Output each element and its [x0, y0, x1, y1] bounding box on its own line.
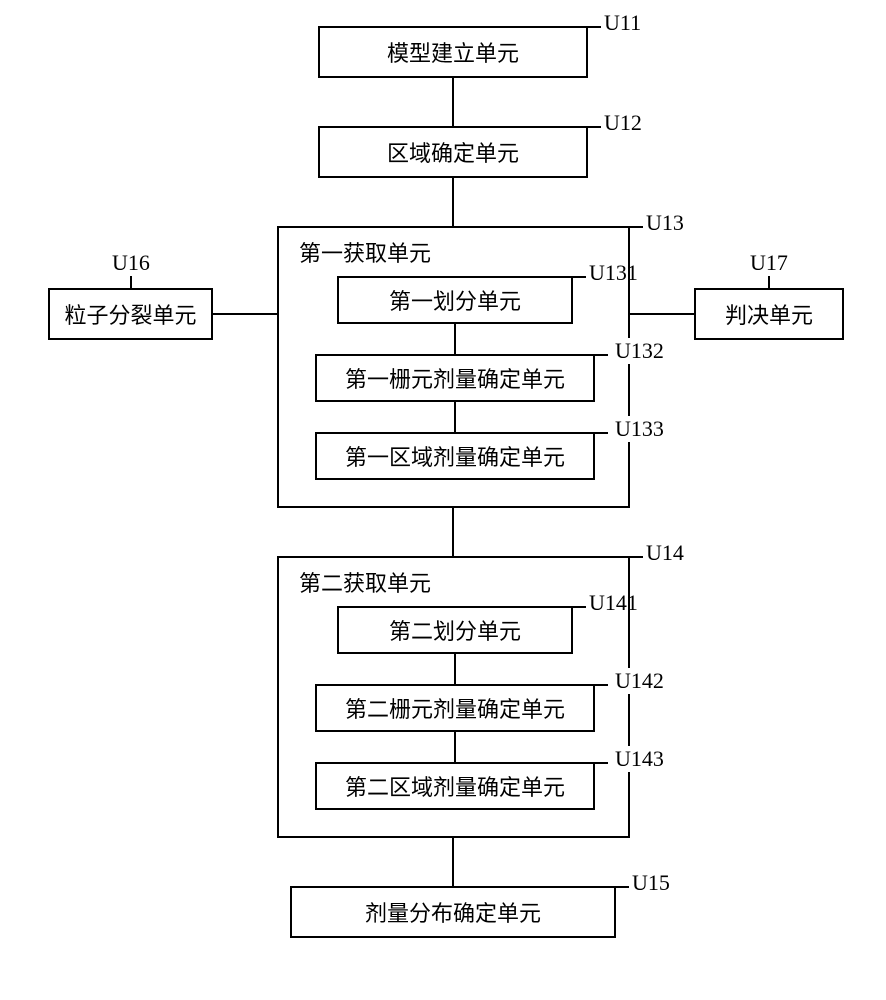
u11-tick: [587, 26, 601, 28]
u142-tag: U142: [611, 668, 668, 694]
connector-u13-u14: [452, 508, 454, 556]
u14-tick: [629, 556, 643, 558]
connector-u11-u12: [452, 78, 454, 126]
u143-tag: U143: [611, 746, 668, 772]
u15-tick: [615, 886, 629, 888]
u143-tick: [594, 762, 608, 764]
box-u11: 模型建立单元: [318, 26, 588, 78]
u16-tick: [130, 276, 132, 290]
connector-u131-u132: [454, 324, 456, 354]
u14-title: 第二获取单元: [299, 566, 431, 598]
u132-tick: [594, 354, 608, 356]
box-u12-label: 区域确定单元: [387, 136, 519, 168]
u11-tag: U11: [604, 10, 641, 36]
u15-tag: U15: [632, 870, 670, 896]
box-u15: 剂量分布确定单元: [290, 886, 616, 938]
box-u11-label: 模型建立单元: [387, 36, 519, 68]
box-u141: 第二划分单元: [337, 606, 573, 654]
box-u143-label: 第二区域剂量确定单元: [345, 770, 565, 802]
box-u16: 粒子分裂单元: [48, 288, 213, 340]
u12-tick: [587, 126, 601, 128]
u16-tag: U16: [112, 250, 150, 276]
box-u132-label: 第一栅元剂量确定单元: [345, 362, 565, 394]
connector-u16-u13: [213, 313, 277, 315]
u17-tick: [768, 276, 770, 290]
connector-u142-u143: [454, 732, 456, 762]
u13-title: 第一获取单元: [299, 236, 431, 268]
box-u143: 第二区域剂量确定单元: [315, 762, 595, 810]
container-u13: 第一获取单元 第一划分单元 U131 第一栅元剂量确定单元 U132 第一区域剂…: [277, 226, 630, 508]
u142-tick: [594, 684, 608, 686]
box-u142: 第二栅元剂量确定单元: [315, 684, 595, 732]
box-u142-label: 第二栅元剂量确定单元: [345, 692, 565, 724]
u14-tag: U14: [646, 540, 684, 566]
u17-tag: U17: [750, 250, 788, 276]
box-u131: 第一划分单元: [337, 276, 573, 324]
box-u17-label: 判决单元: [725, 298, 813, 330]
connector-u132-u133: [454, 402, 456, 432]
box-u15-label: 剂量分布确定单元: [365, 896, 541, 928]
container-u14: 第二获取单元 第二划分单元 U141 第二栅元剂量确定单元 U142 第二区域剂…: [277, 556, 630, 838]
connector-u13-u17: [630, 313, 694, 315]
u133-tick: [594, 432, 608, 434]
box-u12: 区域确定单元: [318, 126, 588, 178]
u133-tag: U133: [611, 416, 668, 442]
box-u133-label: 第一区域剂量确定单元: [345, 440, 565, 472]
box-u17: 判决单元: [694, 288, 844, 340]
connector-u12-u13: [452, 178, 454, 226]
u141-tag: U141: [589, 590, 638, 616]
connector-u141-u142: [454, 654, 456, 684]
u131-tick: [572, 276, 586, 278]
u141-tick: [572, 606, 586, 608]
box-u131-label: 第一划分单元: [389, 284, 521, 316]
u131-tag: U131: [589, 260, 638, 286]
u13-tag: U13: [646, 210, 684, 236]
u13-tick: [629, 226, 643, 228]
u132-tag: U132: [611, 338, 668, 364]
box-u141-label: 第二划分单元: [389, 614, 521, 646]
box-u16-label: 粒子分裂单元: [64, 298, 196, 330]
box-u132: 第一栅元剂量确定单元: [315, 354, 595, 402]
u12-tag: U12: [604, 110, 642, 136]
box-u133: 第一区域剂量确定单元: [315, 432, 595, 480]
connector-u14-u15: [452, 838, 454, 886]
